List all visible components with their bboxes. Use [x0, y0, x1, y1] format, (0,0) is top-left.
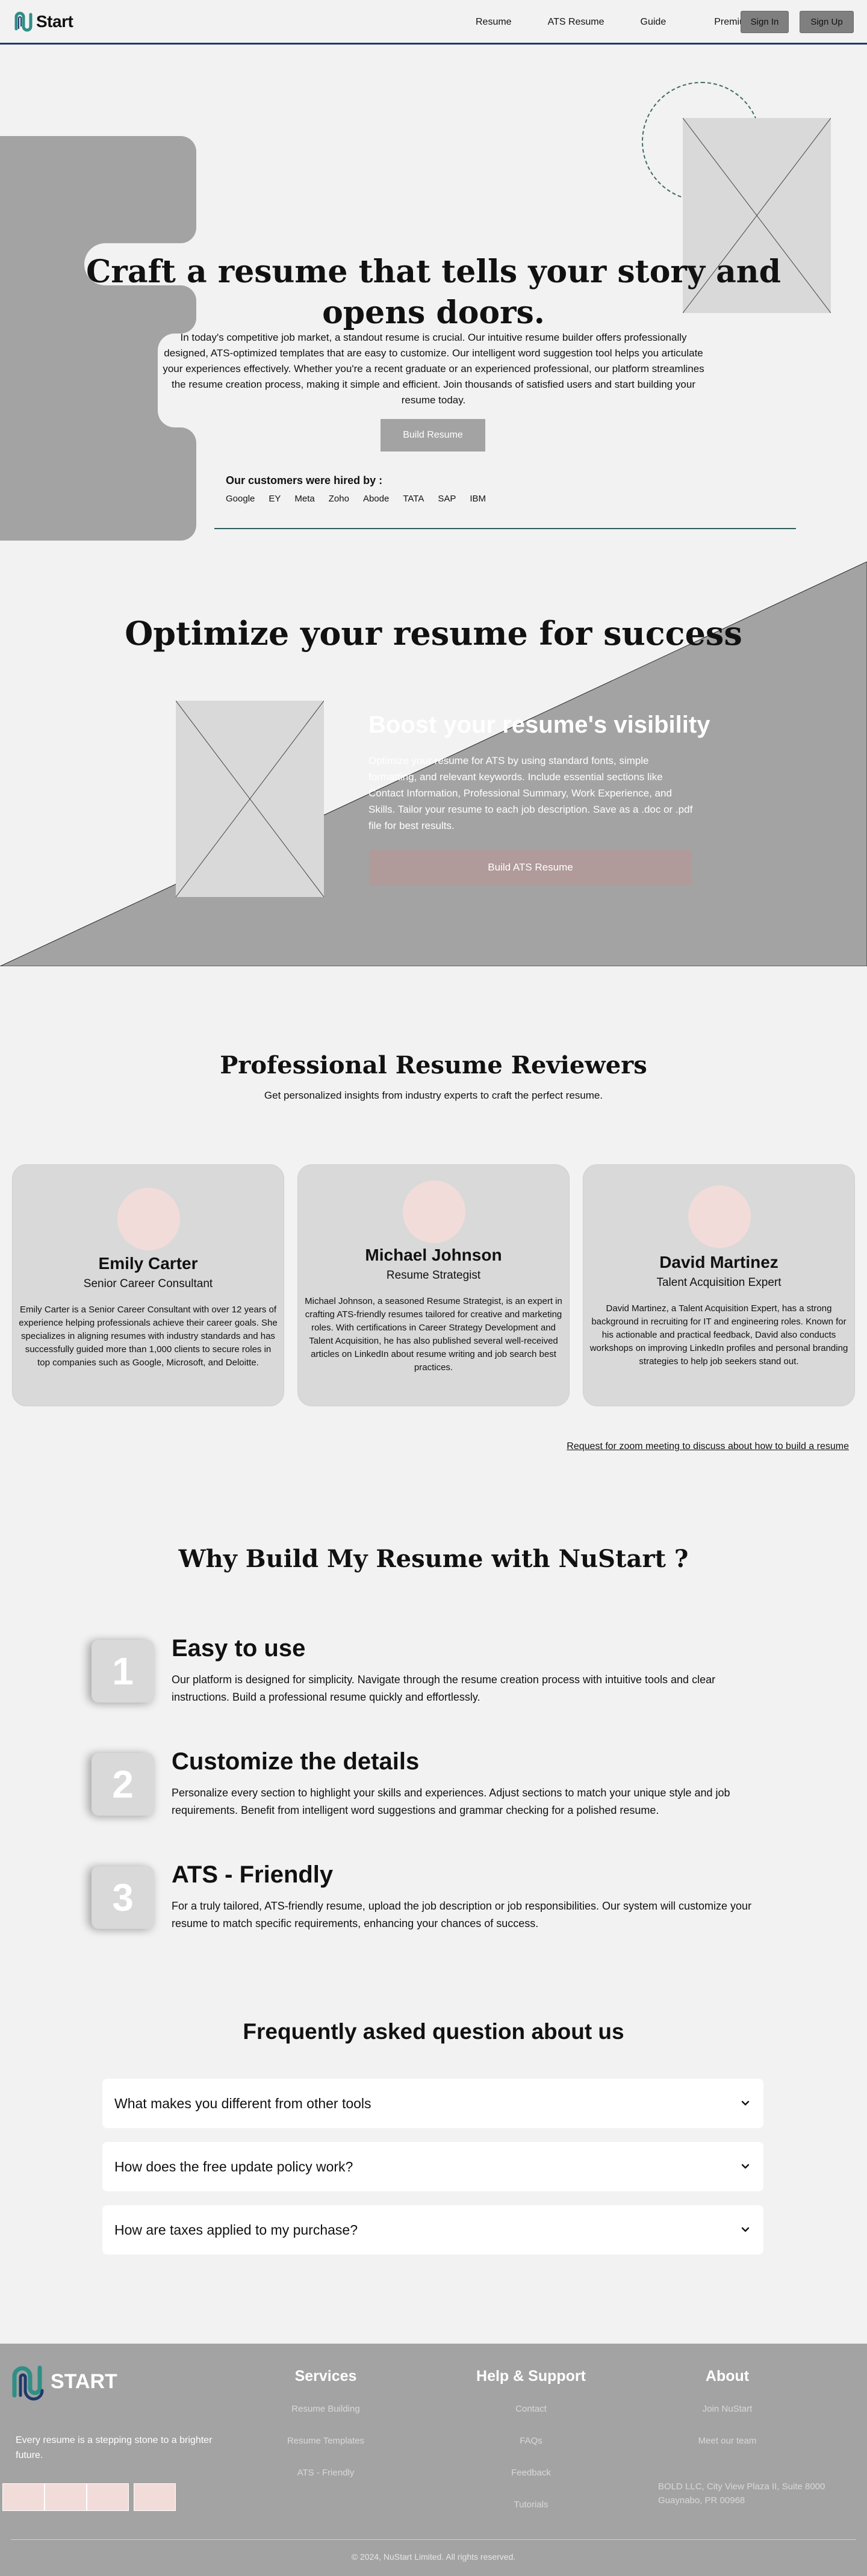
copyright: © 2024, NuStart Limited. All rights rese… — [351, 2552, 516, 2562]
company-list: Google EY Meta Zoho Abode TATA SAP IBM — [226, 494, 500, 504]
build-ats-resume-button[interactable]: Build ATS Resume — [370, 850, 691, 885]
footer-link[interactable]: Resume Templates — [266, 2436, 386, 2446]
why-item-text: Personalize every section to highlight y… — [172, 1787, 730, 1816]
reviewer-bio: David Martinez, a Talent Acquisition Exp… — [589, 1303, 848, 1367]
footer-logo-text: START — [51, 2370, 117, 2393]
avatar — [403, 1181, 465, 1243]
nav-link-ats-resume[interactable]: ATS Resume — [548, 17, 604, 28]
why-item-heading: Easy to use — [172, 1635, 306, 1662]
optimize-title: Optimize your resume for success — [125, 614, 742, 653]
social-link[interactable] — [134, 2483, 176, 2511]
reviewers-subtitle: Get personalized insights from industry … — [264, 1090, 603, 1101]
optimize-text: Optimize your resume for ATS by using st… — [368, 755, 693, 831]
company-name: Zoho — [328, 494, 349, 504]
logo-text: Start — [36, 11, 73, 31]
reviewer-name: David Martinez — [659, 1253, 778, 1271]
top-nav: Start Resume ATS Resume Guide Premium Si… — [0, 0, 867, 45]
faq-item[interactable]: How does the free update policy work? — [102, 2142, 763, 2191]
avatar — [117, 1188, 180, 1250]
social-link[interactable] — [45, 2483, 87, 2511]
why-item-heading: ATS - Friendly — [172, 1861, 334, 1888]
faq-question: How does the free update policy work? — [114, 2158, 353, 2174]
why-title: Why Build My Resume with NuStart ? — [178, 1545, 689, 1573]
reviewer-name: Michael Johnson — [365, 1246, 502, 1264]
why-item-text: For a truly tailored, ATS-friendly resum… — [172, 1900, 752, 1929]
footer-link[interactable]: ATS - Friendly — [266, 2468, 386, 2478]
reviewer-card: David Martinez Talent Acquisition Expert… — [583, 1164, 855, 1406]
zoom-meeting-link[interactable]: Request for zoom meeting to discuss abou… — [567, 1441, 849, 1452]
footer: START Every resume is a stepping stone t… — [0, 2344, 867, 2576]
hero-description: In today's competitive job market, a sta… — [163, 332, 704, 406]
company-name: EY — [269, 494, 281, 504]
company-name: Meta — [294, 494, 315, 504]
optimize-image-placeholder — [176, 701, 324, 897]
reviewer-bio: Emily Carter is a Senior Career Consulta… — [19, 1305, 278, 1368]
hero-title: Craft a resume that tells your story and… — [86, 253, 781, 331]
faq-title: Frequently asked question about us — [243, 2019, 624, 2044]
sign-up-button[interactable]: Sign Up — [800, 11, 854, 33]
reviewers-title: Professional Resume Reviewers — [220, 1051, 647, 1079]
footer-link[interactable]: Meet our team — [667, 2436, 788, 2446]
company-name: Google — [226, 494, 255, 504]
social-link[interactable] — [87, 2483, 129, 2511]
step-number-badge: 2 — [92, 1753, 154, 1816]
footer-logo[interactable]: START — [8, 2362, 117, 2401]
nustart-logo-icon — [14, 11, 33, 31]
reviewer-card: Michael Johnson Resume Strategist Michae… — [297, 1164, 570, 1406]
nav-link-resume[interactable]: Resume — [476, 17, 512, 28]
company-name: Abode — [362, 494, 390, 504]
social-link[interactable] — [2, 2483, 45, 2511]
company-name: SAP — [438, 494, 456, 504]
footer-link[interactable]: FAQs — [471, 2436, 591, 2446]
footer-link[interactable]: Feedback — [471, 2468, 591, 2478]
chevron-down-icon — [741, 2164, 750, 2169]
reviewer-role: Senior Career Consultant — [83, 1277, 213, 1290]
sign-in-button[interactable]: Sign In — [741, 11, 789, 33]
reviewer-bio: Michael Johnson, a seasoned Resume Strat… — [305, 1296, 562, 1373]
footer-link[interactable]: Contact — [471, 2404, 591, 2414]
footer-link[interactable]: Resume Building — [266, 2404, 386, 2414]
nav-links: Resume ATS Resume Guide Premium — [476, 0, 777, 45]
faq-question: What makes you different from other tool… — [114, 2095, 371, 2111]
company-name: IBM — [470, 494, 486, 504]
why-item-heading: Customize the details — [172, 1748, 420, 1775]
faq-item[interactable]: What makes you different from other tool… — [102, 2079, 763, 2128]
chevron-down-icon — [741, 2227, 750, 2232]
footer-about-heading: About — [705, 2368, 750, 2385]
step-number-badge: 3 — [92, 1866, 154, 1929]
avatar — [688, 1185, 751, 1248]
footer-tagline: Every resume is a stepping stone to a br… — [16, 2435, 213, 2460]
why-item-text: Our platform is designed for simplicity.… — [172, 1674, 716, 1703]
optimize-subtitle: Boost your resume's visibility — [368, 712, 710, 738]
footer-support-heading: Help & Support — [476, 2368, 586, 2385]
footer-link[interactable]: Join NuStart — [667, 2404, 788, 2414]
chevron-down-icon — [741, 2100, 750, 2106]
step-number-badge: 1 — [92, 1640, 154, 1702]
footer-services-heading: Services — [294, 2368, 357, 2385]
hired-by-title: Our customers were hired by : — [226, 474, 383, 486]
build-resume-button[interactable]: Build Resume — [381, 419, 485, 452]
nustart-logo-icon — [12, 2365, 44, 2401]
reviewer-role: Resume Strategist — [386, 1269, 481, 1282]
nav-link-guide[interactable]: Guide — [641, 17, 667, 28]
hero-divider — [214, 528, 796, 529]
footer-divider — [11, 2539, 856, 2540]
faq-question: How are taxes applied to my purchase? — [114, 2221, 358, 2238]
footer-address: BOLD LLC, City View Plaza II, Suite 8000… — [658, 2481, 825, 2506]
reviewer-role: Talent Acquisition Expert — [656, 1276, 782, 1289]
site-logo[interactable]: Start — [13, 11, 73, 33]
reviewer-card: Emily Carter Senior Career Consultant Em… — [12, 1164, 284, 1406]
footer-link[interactable]: Tutorials — [471, 2500, 591, 2510]
reviewer-name: Emily Carter — [98, 1254, 198, 1273]
company-name: TATA — [403, 494, 424, 504]
faq-item[interactable]: How are taxes applied to my purchase? — [102, 2205, 763, 2255]
